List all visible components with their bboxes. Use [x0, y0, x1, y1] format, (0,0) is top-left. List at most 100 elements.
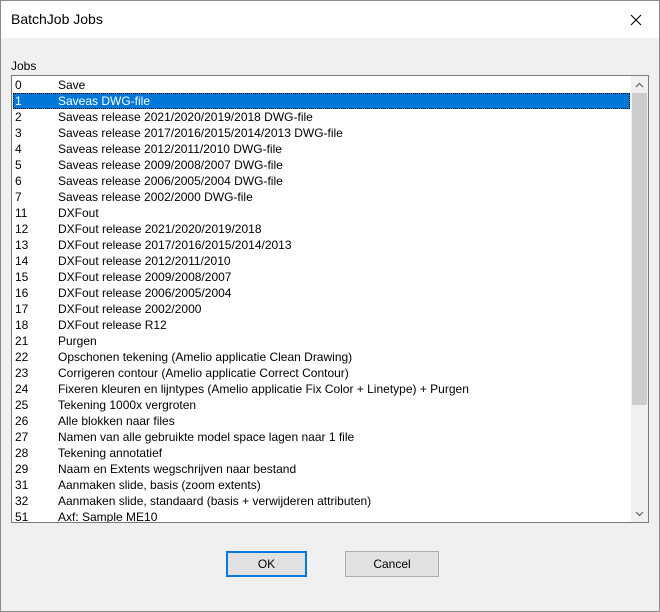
list-item[interactable]: 32 Aanmaken slide, standaard (basis + ver…	[13, 493, 630, 509]
job-id: 22	[15, 350, 29, 364]
list-item[interactable]: 23 Corrigeren contour (Amelio applicatie …	[13, 365, 630, 381]
job-name: Aanmaken slide, standaard (basis + verwi…	[58, 494, 372, 508]
job-id: 24	[15, 382, 29, 396]
job-id: 21	[15, 334, 29, 348]
dialog-window: BatchJob Jobs Jobs 0 Save 1 Saveas DWG-file…	[0, 0, 660, 612]
list-item[interactable]: 31 Aanmaken slide, basis (zoom extents)	[13, 477, 630, 493]
list-item[interactable]: 28 Tekening annotatief	[13, 445, 630, 461]
jobs-listbox[interactable]: 0 Save 1 Saveas DWG-file 2 Saveas release 202…	[11, 75, 649, 523]
job-id: 51	[15, 510, 29, 523]
job-name: Save	[58, 78, 86, 92]
job-id: 27	[15, 430, 29, 444]
job-name: Saveas release 2017/2016/2015/2014/2013 …	[58, 126, 343, 140]
list-item[interactable]: 27 Namen van alle gebruikte model space l…	[13, 429, 630, 445]
list-item[interactable]: 1 Saveas DWG-file	[13, 93, 630, 109]
job-id: 5	[15, 158, 22, 172]
job-id: 29	[15, 462, 29, 476]
list-item[interactable]: 26 Alle blokken naar files	[13, 413, 630, 429]
job-name: Opschonen tekening (Amelio applicatie Cl…	[58, 350, 353, 364]
job-id: 11	[15, 206, 28, 220]
list-item[interactable]: 5 Saveas release 2009/2008/2007 DWG-file	[13, 157, 630, 173]
list-item[interactable]: 18 DXFout release R12	[13, 317, 630, 333]
job-name: Namen van alle gebruikte model space lag…	[58, 430, 355, 444]
job-name: Corrigeren contour (Amelio applicatie Co…	[58, 366, 349, 380]
window-title: BatchJob Jobs	[11, 11, 103, 27]
list-item[interactable]: 7 Saveas release 2002/2000 DWG-file	[13, 189, 630, 205]
job-name: Saveas release 2002/2000 DWG-file	[58, 190, 253, 204]
job-name: DXFout release R12	[58, 318, 167, 332]
list-item[interactable]: 21 Purgen	[13, 333, 630, 349]
job-name: Saveas release 2012/2011/2010 DWG-file	[58, 142, 282, 156]
job-id: 23	[15, 366, 29, 380]
job-id: 4	[15, 142, 22, 156]
list-item[interactable]: 3 Saveas release 2017/2016/2015/2014/2013…	[13, 125, 630, 141]
job-name: DXFout release 2021/2020/2019/2018	[58, 222, 262, 236]
close-icon	[630, 14, 642, 25]
job-id: 6	[15, 174, 22, 188]
scroll-thumb[interactable]	[632, 93, 647, 405]
list-item[interactable]: 15 DXFout release 2009/2008/2007	[13, 269, 630, 285]
job-name: DXFout release 2017/2016/2015/2014/2013	[58, 238, 292, 252]
list-item[interactable]: 22 Opschonen tekening (Amelio applicatie …	[13, 349, 630, 365]
job-id: 13	[15, 238, 29, 252]
job-name: Tekening 1000x vergroten	[58, 398, 197, 412]
list-item[interactable]: 0 Save	[13, 77, 630, 93]
job-id: 12	[15, 222, 29, 236]
list-item[interactable]: 11 DXFout	[13, 205, 630, 221]
job-id: 7	[15, 190, 22, 204]
cancel-button[interactable]: Cancel	[345, 551, 439, 577]
job-name: DXFout release 2002/2000	[58, 302, 202, 316]
vertical-scrollbar[interactable]	[631, 76, 648, 522]
ok-button[interactable]: OK	[226, 551, 307, 577]
job-name: Aanmaken slide, basis (zoom extents)	[58, 478, 261, 492]
job-id: 2	[15, 110, 22, 124]
job-name: Saveas DWG-file	[58, 94, 151, 108]
close-button[interactable]	[613, 1, 659, 38]
job-name: Saveas release 2006/2005/2004 DWG-file	[58, 174, 283, 188]
job-id: 1	[15, 94, 22, 108]
job-id: 31	[15, 478, 29, 492]
list-item[interactable]: 25 Tekening 1000x vergroten	[13, 397, 630, 413]
job-id: 32	[15, 494, 29, 508]
job-name: Axf: Sample ME10	[58, 510, 158, 523]
scroll-down-button[interactable]	[631, 505, 648, 522]
job-id: 3	[15, 126, 22, 140]
job-id: 15	[15, 270, 29, 284]
chevron-up-icon	[635, 82, 644, 87]
list-item[interactable]: 51 Axf: Sample ME10	[13, 509, 630, 523]
list-item[interactable]: 13 DXFout release 2017/2016/2015/2014/201…	[13, 237, 630, 253]
chevron-down-icon	[635, 511, 644, 516]
job-name: DXFout	[58, 206, 99, 220]
list-item[interactable]: 6 Saveas release 2006/2005/2004 DWG-file	[13, 173, 630, 189]
job-id: 14	[15, 254, 29, 268]
scroll-up-button[interactable]	[631, 76, 648, 93]
jobs-label: Jobs	[11, 59, 37, 73]
job-id: 26	[15, 414, 29, 428]
job-name: Tekening annotatief	[58, 446, 163, 460]
title-bar: BatchJob Jobs	[1, 1, 659, 38]
list-item[interactable]: 16 DXFout release 2006/2005/2004	[13, 285, 630, 301]
job-name: Fixeren kleuren en lijntypes (Amelio app…	[58, 382, 469, 396]
job-name: DXFout release 2006/2005/2004	[58, 286, 232, 300]
list-item[interactable]: 2 Saveas release 2021/2020/2019/2018 DWG-…	[13, 109, 630, 125]
list-item[interactable]: 24 Fixeren kleuren en lijntypes (Amelio a…	[13, 381, 630, 397]
job-name: Purgen	[58, 334, 97, 348]
job-name: DXFout release 2012/2011/2010	[58, 254, 231, 268]
job-name: Alle blokken naar files	[58, 414, 175, 428]
job-id: 25	[15, 398, 29, 412]
list-item[interactable]: 29 Naam en Extents wegschrijven naar best…	[13, 461, 630, 477]
job-id: 16	[15, 286, 29, 300]
job-name: Saveas release 2021/2020/2019/2018 DWG-f…	[58, 110, 313, 124]
job-id: 28	[15, 446, 29, 460]
list-item[interactable]: 4 Saveas release 2012/2011/2010 DWG-file	[13, 141, 630, 157]
list-item[interactable]: 14 DXFout release 2012/2011/2010	[13, 253, 630, 269]
job-name: Naam en Extents wegschrijven naar bestan…	[58, 462, 297, 476]
job-name: Saveas release 2009/2008/2007 DWG-file	[58, 158, 283, 172]
job-name: DXFout release 2009/2008/2007	[58, 270, 232, 284]
job-id: 18	[15, 318, 29, 332]
job-id: 17	[15, 302, 29, 316]
list-item[interactable]: 12 DXFout release 2021/2020/2019/2018	[13, 221, 630, 237]
jobs-list-rows: 0 Save 1 Saveas DWG-file 2 Saveas release 202…	[13, 77, 630, 523]
list-item[interactable]: 17 DXFout release 2002/2000	[13, 301, 630, 317]
job-id: 0	[15, 78, 22, 92]
